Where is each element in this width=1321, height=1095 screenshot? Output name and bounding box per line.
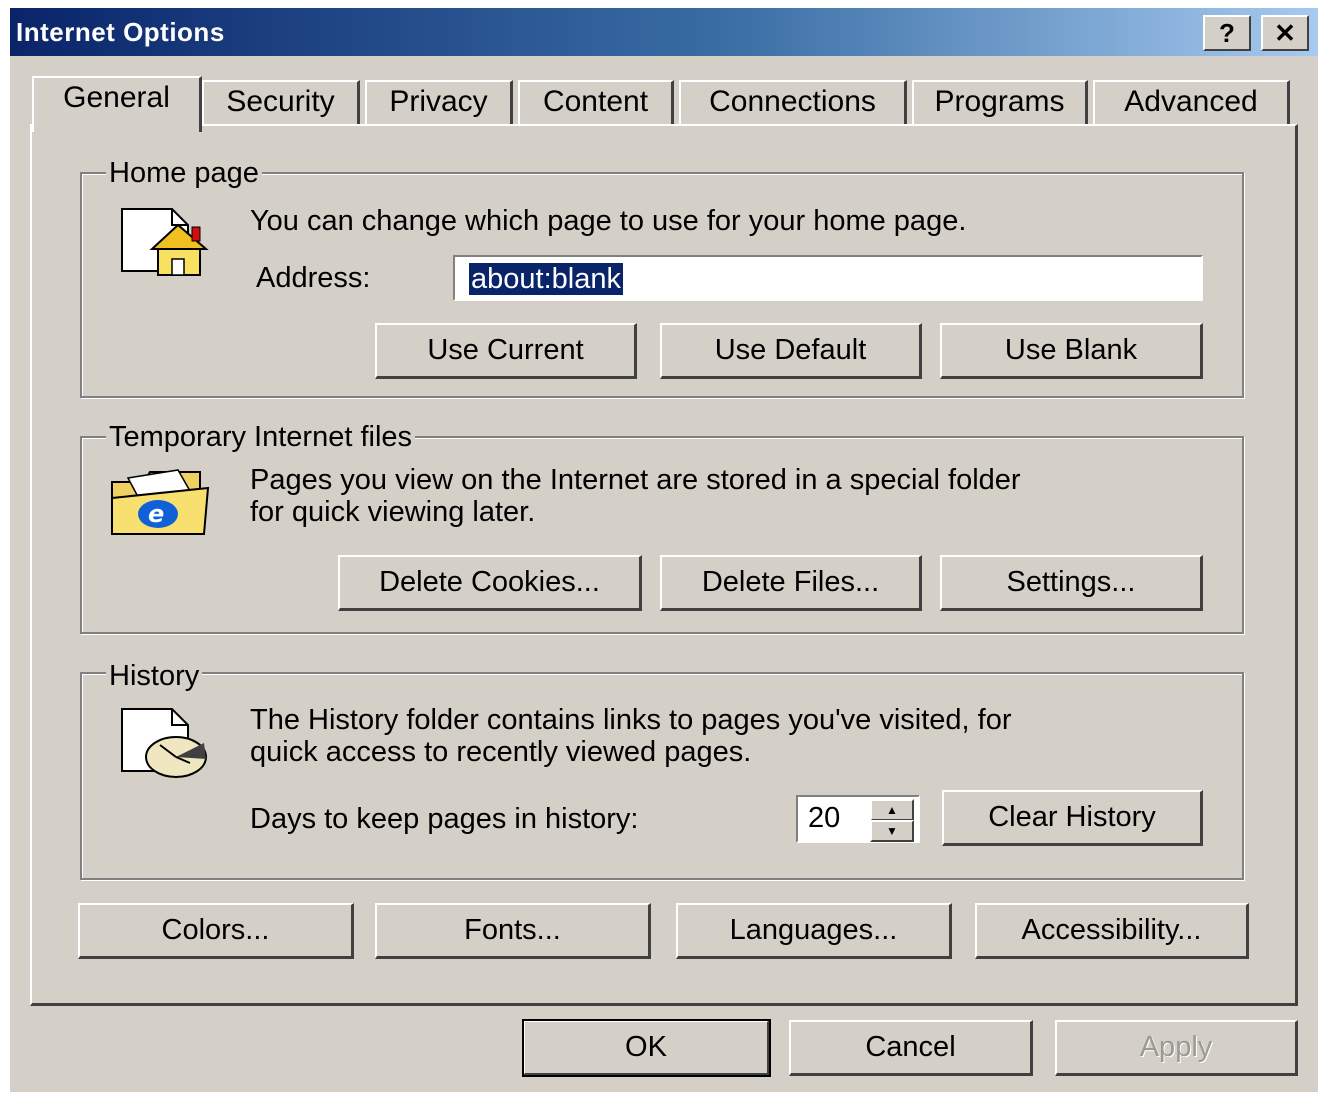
use-blank-button[interactable]: Use Blank	[940, 323, 1203, 379]
languages-button[interactable]: Languages...	[676, 903, 952, 959]
spin-up-button[interactable]: ▲	[870, 799, 914, 821]
tab-advanced[interactable]: Advanced	[1093, 80, 1290, 126]
history-legend: History	[106, 660, 203, 692]
tab-general[interactable]: General	[32, 76, 202, 132]
clear-history-button[interactable]: Clear History	[942, 790, 1203, 846]
tab-connections[interactable]: Connections	[679, 80, 907, 126]
close-icon: ✕	[1274, 17, 1296, 48]
use-default-button[interactable]: Use Default	[660, 323, 922, 379]
svg-text:e: e	[148, 500, 164, 528]
fonts-button[interactable]: Fonts...	[375, 903, 651, 959]
ie-folder-icon: e	[111, 469, 210, 535]
temp-files-description-2: for quick viewing later.	[250, 496, 536, 528]
tab-programs[interactable]: Programs	[912, 80, 1088, 126]
settings-button[interactable]: Settings...	[940, 555, 1203, 611]
days-to-keep-value: 20	[808, 802, 841, 834]
apply-button[interactable]: Apply	[1055, 1020, 1298, 1076]
tab-content[interactable]: Content	[518, 80, 674, 126]
address-value: about:blank	[469, 263, 623, 295]
history-description-2: quick access to recently viewed pages.	[250, 736, 752, 768]
spin-down-button[interactable]: ▼	[870, 820, 914, 842]
help-button[interactable]: ?	[1203, 15, 1251, 51]
close-button[interactable]: ✕	[1261, 15, 1309, 51]
cancel-button[interactable]: Cancel	[789, 1020, 1033, 1076]
temp-files-legend: Temporary Internet files	[106, 421, 416, 453]
spin-up-icon: ▲	[886, 803, 898, 817]
address-label: Address:	[256, 262, 371, 294]
delete-files-button[interactable]: Delete Files...	[660, 555, 922, 611]
history-icon	[121, 708, 207, 778]
history-description-1: The History folder contains links to pag…	[250, 704, 1012, 736]
home-page-icon	[121, 208, 209, 276]
use-current-button[interactable]: Use Current	[375, 323, 637, 379]
days-to-keep-label: Days to keep pages in history:	[250, 803, 639, 835]
colors-button[interactable]: Colors...	[78, 903, 354, 959]
temp-files-description-1: Pages you view on the Internet are store…	[250, 464, 1021, 496]
window-title: Internet Options	[16, 17, 225, 47]
accessibility-button[interactable]: Accessibility...	[975, 903, 1249, 959]
tab-privacy[interactable]: Privacy	[365, 80, 513, 126]
spin-down-icon: ▼	[886, 824, 898, 838]
address-input[interactable]: about:blank	[453, 255, 1203, 301]
delete-cookies-button[interactable]: Delete Cookies...	[338, 555, 642, 611]
ok-button[interactable]: OK	[522, 1019, 771, 1077]
home-page-legend: Home page	[106, 157, 262, 189]
home-page-description: You can change which page to use for you…	[250, 205, 967, 237]
help-icon: ?	[1219, 17, 1235, 48]
tab-security[interactable]: Security	[202, 80, 360, 126]
